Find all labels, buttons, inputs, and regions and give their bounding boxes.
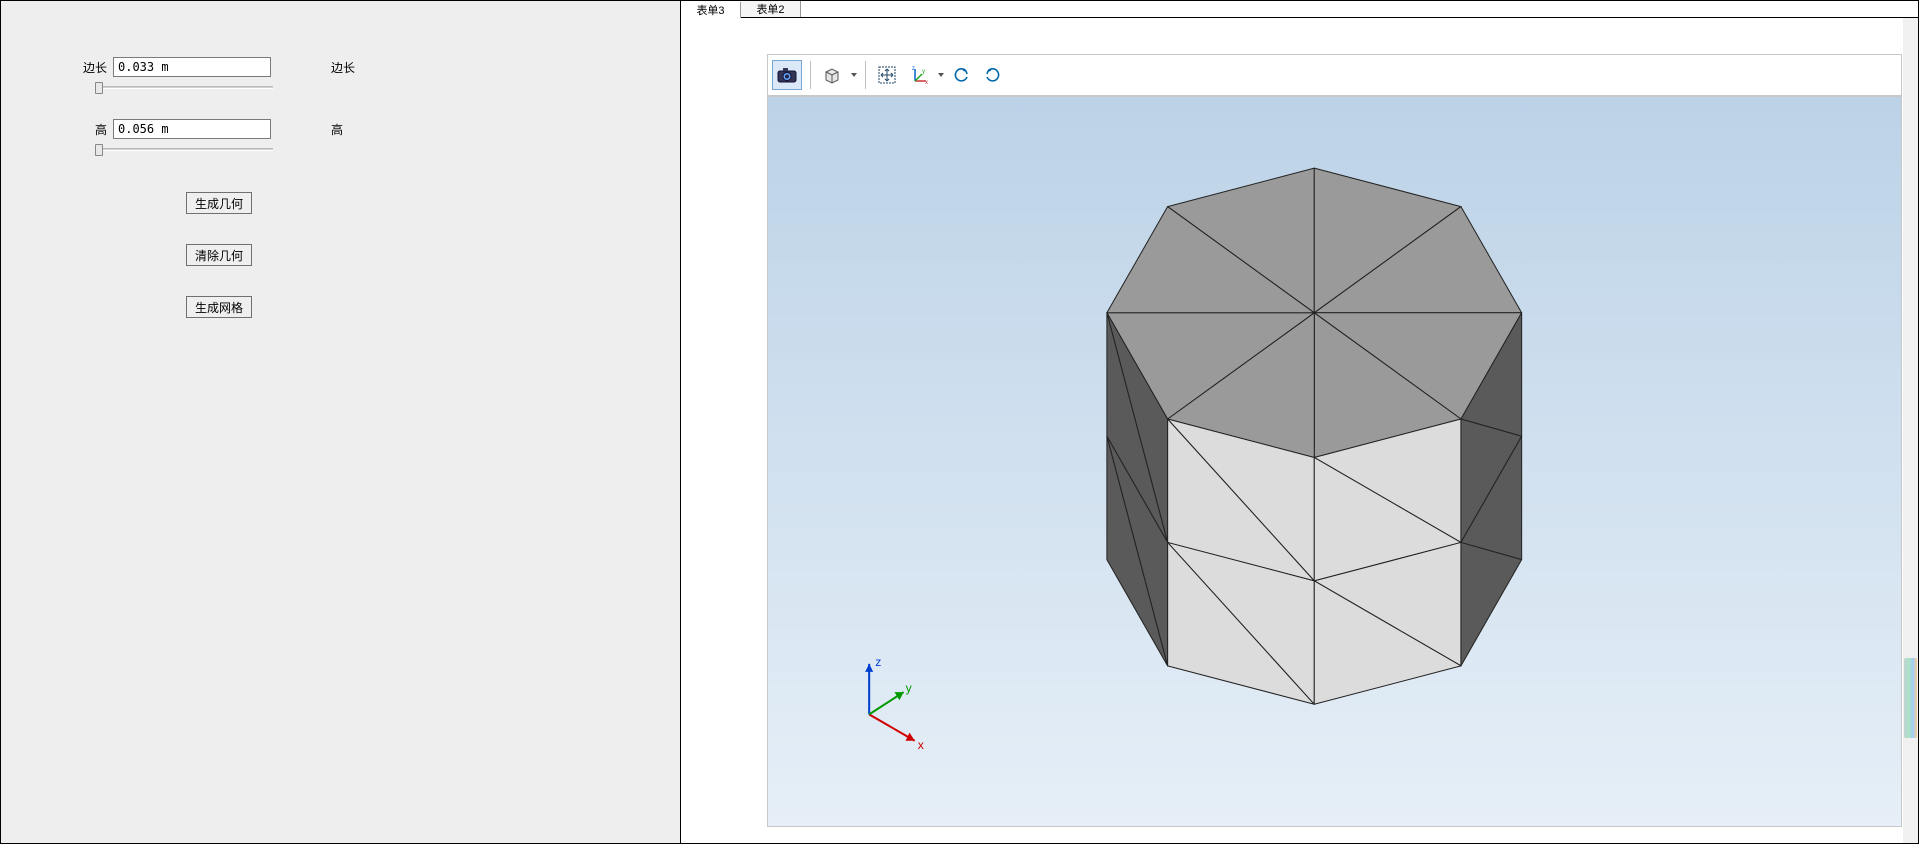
height-slider[interactable] — [95, 142, 273, 158]
slider-thumb[interactable] — [95, 82, 103, 94]
svg-text:x: x — [925, 80, 928, 85]
edge-length-label: 边长 — [1, 59, 113, 76]
box-view-dropdown[interactable] — [849, 60, 859, 90]
height-input[interactable] — [113, 119, 271, 139]
scrollbar-thumb[interactable] — [1904, 658, 1917, 738]
slider-track — [95, 148, 273, 151]
height-label-right: 高 — [331, 121, 343, 138]
svg-text:y: y — [922, 69, 925, 75]
camera-icon[interactable] — [772, 60, 802, 90]
tab-form2[interactable]: 表单2 — [741, 1, 801, 17]
box-view-icon[interactable] — [817, 60, 847, 90]
axes-dropdown[interactable] — [936, 60, 946, 90]
edge-length-label-right: 边长 — [331, 59, 355, 76]
pan-icon[interactable] — [872, 60, 902, 90]
toolbar-separator — [865, 61, 866, 89]
height-label: 高 — [1, 121, 113, 138]
edge-length-input[interactable] — [113, 57, 271, 77]
svg-text:z: z — [912, 66, 915, 72]
left-panel: 边长 边长 高 高 生成几何 清除几何 生成网格 — [0, 0, 681, 844]
axes-icon[interactable]: z x y — [904, 60, 934, 90]
toolbar-separator — [810, 61, 811, 89]
edge-length-slider[interactable] — [95, 80, 273, 96]
axis-z-label: z — [875, 655, 881, 669]
tab-form3[interactable]: 表单3 — [681, 2, 741, 19]
graphics-toolbar: z x y — [767, 54, 1902, 96]
height-row: 高 高 — [1, 118, 680, 140]
rotate-cw-icon[interactable] — [978, 60, 1008, 90]
right-panel: 表单3 表单2 — [681, 0, 1919, 844]
slider-thumb[interactable] — [95, 144, 103, 156]
generate-mesh-button[interactable]: 生成网格 — [186, 296, 252, 318]
parameters-form: 边长 边长 高 高 生成几何 清除几何 生成网格 — [1, 1, 680, 318]
axis-x-label: x — [918, 738, 924, 752]
3d-viewport[interactable]: z x y — [767, 96, 1902, 827]
slider-track — [95, 86, 273, 89]
axis-y-label: y — [906, 681, 913, 695]
rotate-ccw-icon[interactable] — [946, 60, 976, 90]
app-root: 边长 边长 高 高 生成几何 清除几何 生成网格 — [0, 0, 1919, 844]
right-scrollbar[interactable] — [1903, 18, 1918, 843]
clear-geometry-button[interactable]: 清除几何 — [186, 244, 252, 266]
button-stack: 生成几何 清除几何 生成网格 — [186, 192, 680, 318]
generate-geometry-button[interactable]: 生成几何 — [186, 192, 252, 214]
edge-length-row: 边长 边长 — [1, 56, 680, 78]
tab-strip: 表单3 表单2 — [681, 0, 1919, 18]
graphics-area: z x y — [681, 18, 1919, 844]
